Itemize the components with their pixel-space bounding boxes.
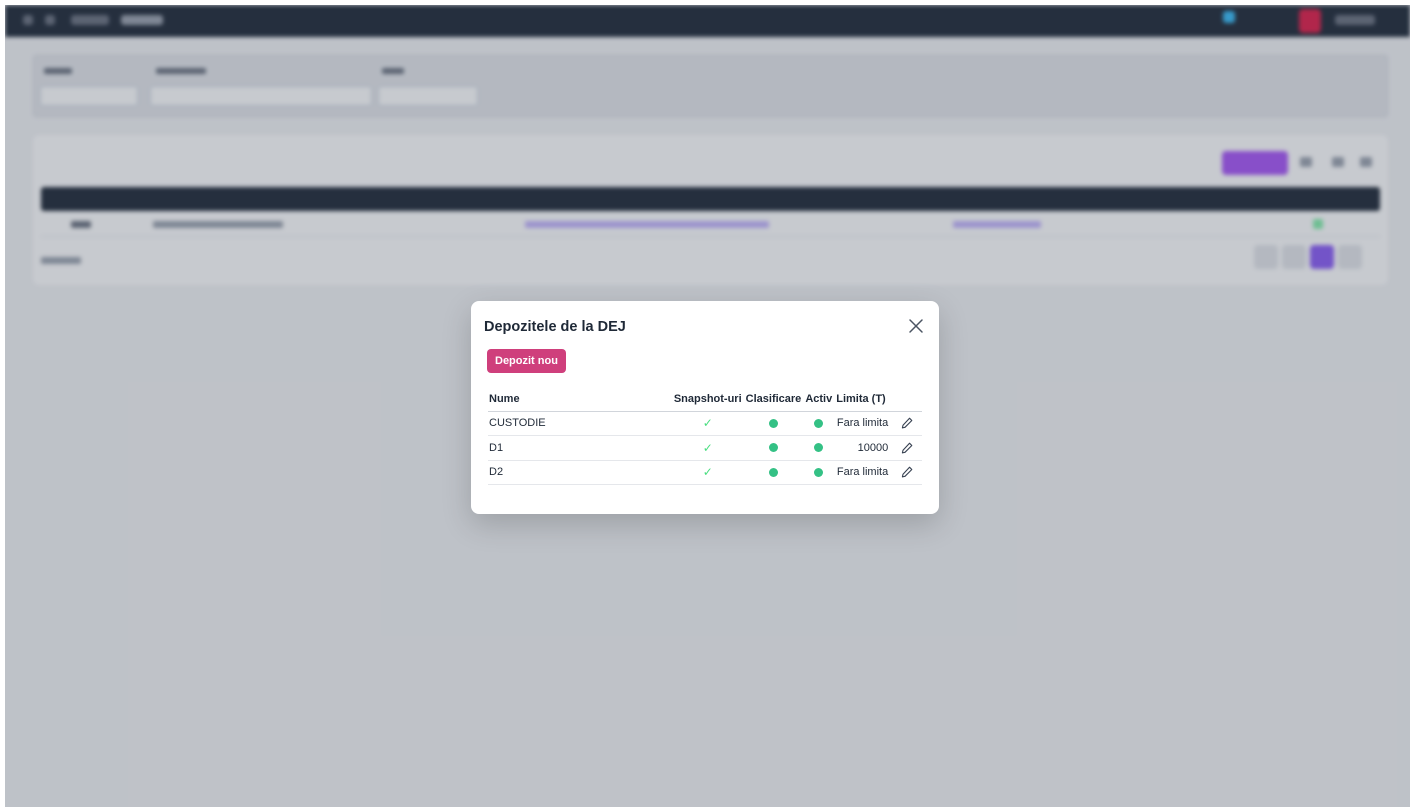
pencil-icon[interactable] bbox=[900, 465, 914, 479]
classification-status-dot bbox=[768, 443, 778, 453]
depot-limit: Fara limita bbox=[834, 411, 893, 436]
column-header-limit: Limita (T) bbox=[834, 387, 893, 412]
depots-modal: Depozitele de la DEJ Depozit nou Nume Sn… bbox=[471, 301, 939, 514]
classification-status-dot bbox=[768, 418, 778, 428]
depot-name: D2 bbox=[488, 460, 672, 485]
depot-name: D1 bbox=[488, 435, 672, 461]
depots-table: Nume Snapshot-uri Clasificare Activ Limi… bbox=[488, 387, 922, 485]
close-icon[interactable] bbox=[907, 317, 925, 335]
depot-limit: 10000 bbox=[834, 435, 893, 461]
column-header-actions bbox=[892, 387, 922, 412]
table-row: CUSTODIE ✓ Fara limita bbox=[488, 411, 922, 436]
depot-name: CUSTODIE bbox=[488, 411, 672, 436]
new-depot-button[interactable]: Depozit nou bbox=[487, 349, 566, 373]
classification-status-dot bbox=[768, 467, 778, 477]
column-header-name: Nume bbox=[488, 387, 672, 412]
check-icon: ✓ bbox=[702, 440, 713, 455]
modal-title: Depozitele de la DEJ bbox=[484, 319, 626, 335]
check-icon: ✓ bbox=[702, 416, 713, 431]
pencil-icon[interactable] bbox=[900, 416, 914, 430]
active-status-dot bbox=[814, 443, 824, 453]
table-header-row: Nume Snapshot-uri Clasificare Activ Limi… bbox=[488, 387, 922, 412]
column-header-active: Activ bbox=[803, 387, 835, 412]
active-status-dot bbox=[814, 467, 824, 477]
column-header-snapshots: Snapshot-uri bbox=[671, 387, 744, 412]
table-row: D1 ✓ 10000 bbox=[488, 435, 922, 461]
depot-limit: Fara limita bbox=[834, 460, 893, 485]
active-status-dot bbox=[814, 418, 824, 428]
pencil-icon[interactable] bbox=[900, 441, 914, 455]
column-header-classification: Clasificare bbox=[743, 387, 804, 412]
table-row: D2 ✓ Fara limita bbox=[488, 460, 922, 485]
check-icon: ✓ bbox=[702, 465, 713, 480]
